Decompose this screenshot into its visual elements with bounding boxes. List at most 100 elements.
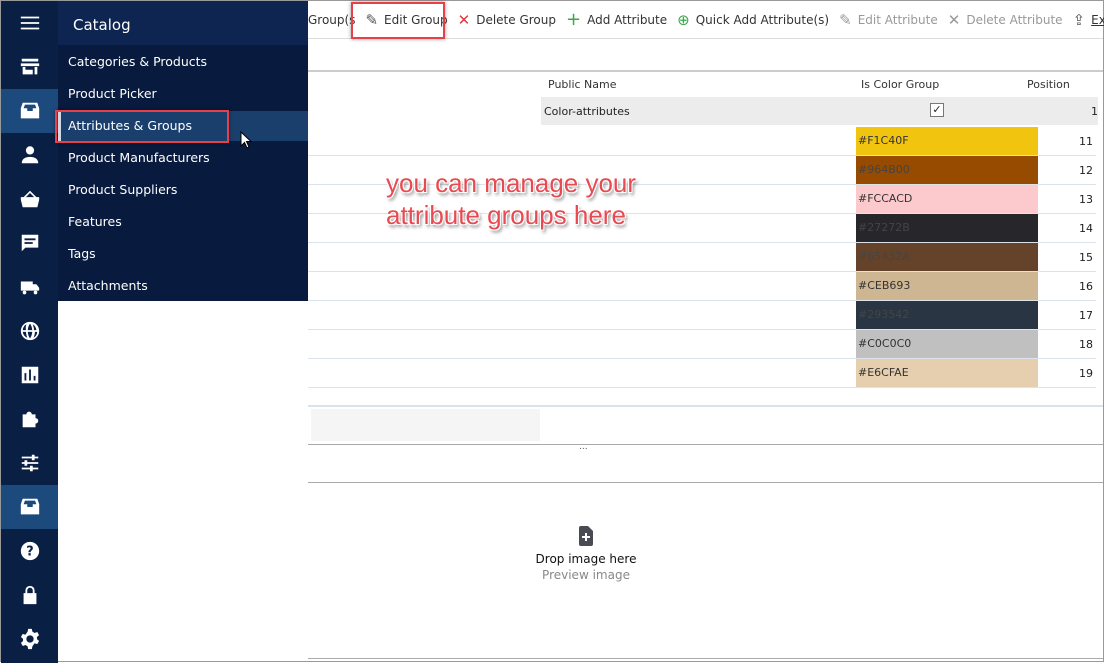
color-swatch: #C0C0C0 xyxy=(856,330,1038,358)
color-swatch: #F1C40F xyxy=(856,127,1038,155)
pencil-icon: ✎ xyxy=(839,10,852,29)
chart-icon xyxy=(21,366,38,384)
plus-icon: + xyxy=(566,9,582,30)
attribute-position: 16 xyxy=(1079,280,1093,293)
quick-add-button[interactable]: ⊕ Quick Add Attribute(s) xyxy=(672,1,834,39)
sidebar-button-9[interactable] xyxy=(1,397,58,441)
color-swatch: #27272B xyxy=(856,214,1038,242)
message-icon xyxy=(21,234,38,252)
color-swatch: #65432A xyxy=(856,243,1038,271)
column-is-color-group[interactable]: Is Color Group xyxy=(861,78,939,91)
edit-attribute-label: Edit Attribute xyxy=(857,12,938,27)
menu-item[interactable]: Tags xyxy=(58,239,308,269)
customer-icon xyxy=(21,146,38,164)
menu-item[interactable]: Categories & Products xyxy=(58,47,308,77)
attribute-position: 14 xyxy=(1079,222,1093,235)
attribute-row[interactable]: #CEB693 16 xyxy=(308,272,1096,301)
sidebar-button-11[interactable] xyxy=(1,485,58,529)
attribute-row[interactable]: #65432A 15 xyxy=(308,243,1096,272)
delete-icon: ✕ xyxy=(457,10,471,29)
delete-icon: ✕ xyxy=(947,10,961,29)
delete-group-label: Delete Group xyxy=(476,12,556,27)
globe-icon xyxy=(20,321,39,341)
help-icon: ? xyxy=(20,541,39,561)
splitter-handle[interactable]: ... xyxy=(579,442,588,452)
attribute-position: 18 xyxy=(1079,338,1093,351)
attribute-position: 11 xyxy=(1079,135,1093,148)
lock-icon xyxy=(23,585,36,605)
export-label: Export xyxy=(1091,12,1104,27)
sidebar-button-7[interactable] xyxy=(1,309,58,353)
annotation-text: you can manage your attribute groups here xyxy=(386,167,636,231)
delete-attribute-button[interactable]: ✕ Delete Attribute xyxy=(943,1,1068,39)
attribute-row[interactable]: #293542 17 xyxy=(308,301,1096,330)
highlight-box xyxy=(55,110,229,143)
annotation-line-2: attribute groups here xyxy=(386,200,626,230)
menu-item[interactable]: Product Suppliers xyxy=(58,175,308,205)
divider xyxy=(308,405,1103,407)
add-attribute-label: Add Attribute xyxy=(587,12,668,27)
highlight-box xyxy=(351,2,445,39)
sliders-icon xyxy=(21,454,38,472)
sidebar-button-2[interactable] xyxy=(1,89,58,133)
divider xyxy=(308,658,1103,659)
svg-text:?: ? xyxy=(26,545,33,560)
edit-attribute-button[interactable]: ✎ Edit Attribute xyxy=(834,1,943,39)
catalog-menu: Catalog Categories & Products Product Pic… xyxy=(58,1,308,301)
attribute-row[interactable]: #C0C0C0 18 xyxy=(308,330,1096,359)
truck-icon xyxy=(20,281,39,295)
menu-item[interactable]: Product Picker xyxy=(58,79,308,109)
attribute-position: 12 xyxy=(1079,164,1093,177)
attribute-row[interactable]: #E6CFAE 19 xyxy=(308,359,1096,388)
plus-circle-icon: ⊕ xyxy=(677,10,690,29)
grid-header: Public Name Is Color Group Position xyxy=(308,70,1103,97)
sidebar-button-14[interactable] xyxy=(1,617,58,661)
group-public-name: Color-attributes xyxy=(544,105,630,118)
sidebar-button-0[interactable] xyxy=(1,1,58,45)
group-position: 1 xyxy=(1091,105,1098,118)
delete-group-button[interactable]: ✕ Delete Group xyxy=(453,1,561,39)
splitter[interactable] xyxy=(308,444,1103,445)
cursor-icon xyxy=(240,131,252,149)
menu-item[interactable]: Features xyxy=(58,207,308,237)
sidebar-button-5[interactable] xyxy=(1,221,58,265)
image-dropzone[interactable]: Drop image here Preview image xyxy=(508,526,664,582)
column-position[interactable]: Position xyxy=(1027,78,1070,91)
sidebar-button-12[interactable]: ? xyxy=(1,529,58,573)
attribute-position: 19 xyxy=(1079,367,1093,380)
drop-subtitle: Preview image xyxy=(542,568,630,582)
catalog-icon xyxy=(20,498,39,515)
sidebar-button-1[interactable] xyxy=(1,45,58,89)
sidebar-button-13[interactable] xyxy=(1,573,58,617)
color-swatch: #293542 xyxy=(856,301,1038,329)
store-icon xyxy=(20,58,39,75)
sidebar-button-3[interactable] xyxy=(1,133,58,177)
menu-item[interactable]: Product Manufacturers xyxy=(58,143,308,173)
add-attribute-button[interactable]: + Add Attribute xyxy=(561,1,672,39)
menu-icon xyxy=(20,16,39,30)
menu-item[interactable]: Attachments xyxy=(58,271,308,301)
puzzle-icon xyxy=(22,411,38,428)
column-public-name[interactable]: Public Name xyxy=(548,78,617,91)
attribute-position: 15 xyxy=(1079,251,1093,264)
sidebar-button-8[interactable] xyxy=(1,353,58,397)
sidebar-button-10[interactable] xyxy=(1,441,58,485)
color-swatch: #E6CFAE xyxy=(856,359,1038,387)
is-color-checkbox[interactable]: ✓ xyxy=(930,103,944,117)
sidebar-button-6[interactable] xyxy=(1,265,58,309)
catalog-icon xyxy=(20,102,39,119)
export-button[interactable]: ⇪Export▼ xyxy=(1068,1,1104,39)
drop-title: Drop image here xyxy=(535,552,637,566)
truncated-label: Group(s xyxy=(308,12,356,27)
annotation-line-1: you can manage your xyxy=(386,168,637,198)
attribute-row[interactable]: #F1C40F 11 xyxy=(308,127,1096,156)
group-row[interactable]: Color-attributes ✓ 1 xyxy=(308,97,1098,125)
color-swatch: #964B00 xyxy=(856,156,1038,184)
attribute-position: 17 xyxy=(1079,309,1093,322)
basket-icon xyxy=(20,190,39,208)
add-file-icon xyxy=(579,526,593,546)
attribute-position: 13 xyxy=(1079,193,1093,206)
delete-attribute-label: Delete Attribute xyxy=(966,12,1063,27)
gear-icon xyxy=(20,628,39,650)
sidebar-button-4[interactable] xyxy=(1,177,58,221)
